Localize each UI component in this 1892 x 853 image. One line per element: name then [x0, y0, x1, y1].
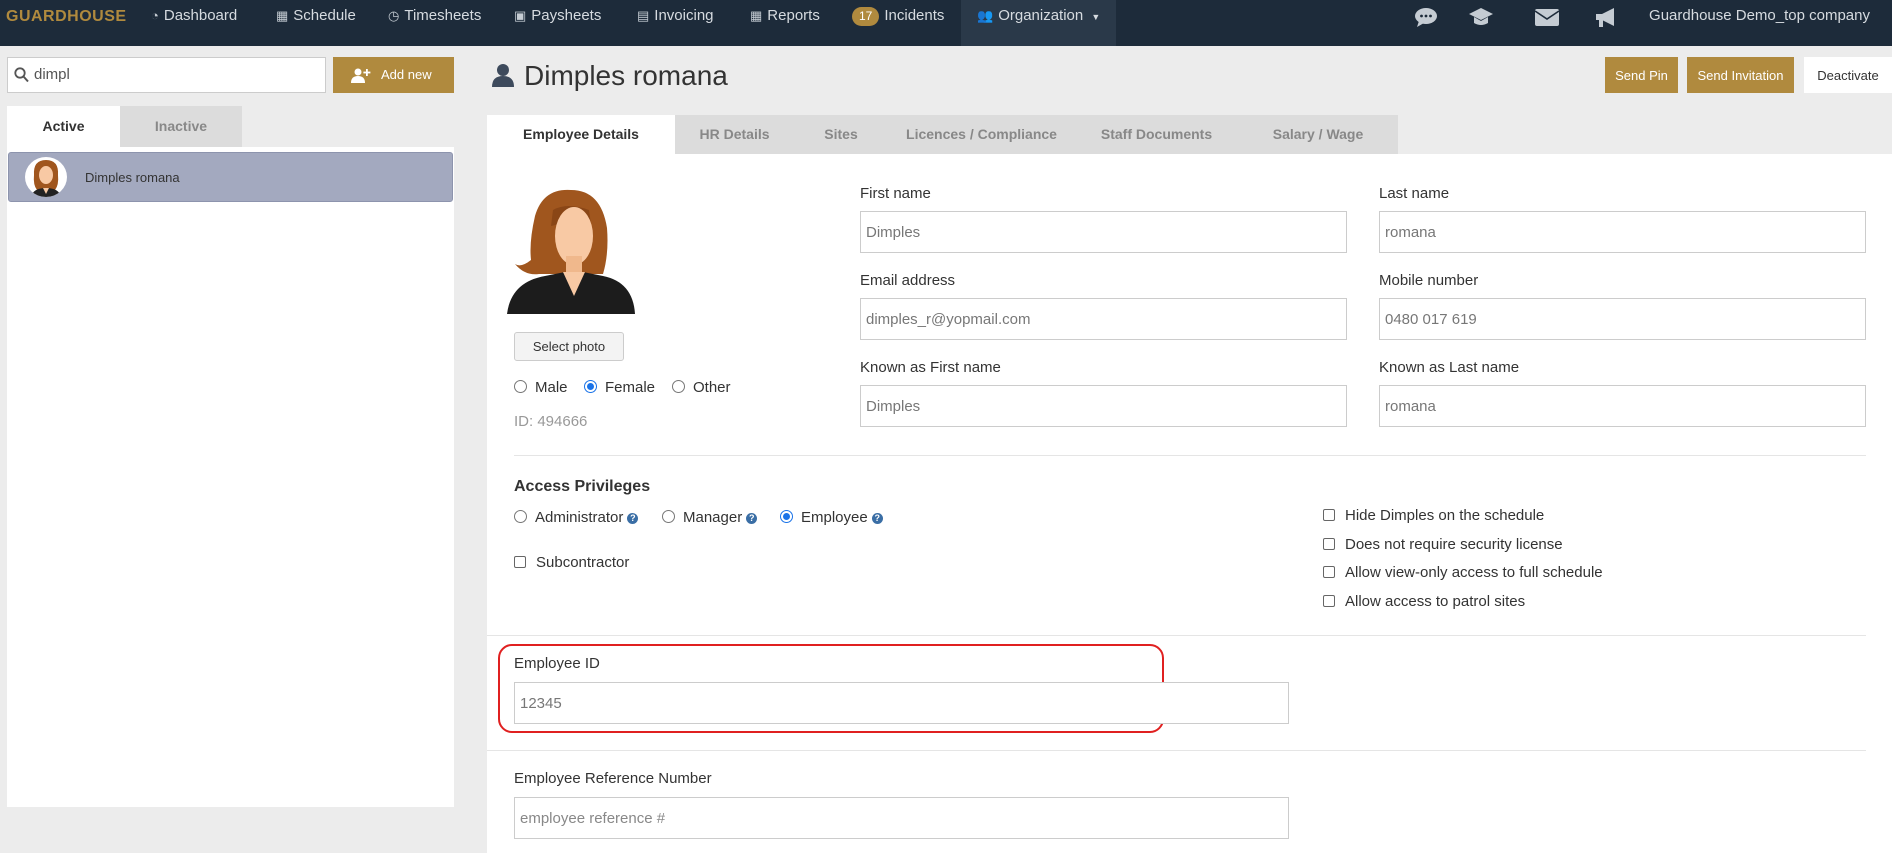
profile-photo	[507, 189, 635, 314]
mail-icon[interactable]	[1534, 5, 1560, 29]
radio-circle	[514, 510, 527, 523]
checkbox-box	[1323, 538, 1335, 550]
employee-name: Dimples romana	[85, 170, 180, 185]
clock-icon: ◷	[388, 8, 400, 23]
employee-list-area	[7, 147, 454, 807]
nav-paysheets[interactable]: ▣ Paysheets	[514, 0, 601, 34]
tab-inactive-employees[interactable]: Inactive	[120, 106, 242, 147]
tab-hr-details[interactable]: HR Details	[675, 115, 794, 154]
tab-staff-documents[interactable]: Staff Documents	[1075, 115, 1238, 154]
no-security-license-checkbox[interactable]: Does not require security license	[1323, 536, 1563, 553]
gender-female-radio[interactable]: Female	[584, 379, 655, 396]
checkbox-box	[1323, 595, 1335, 607]
tab-active-employees[interactable]: Active	[7, 106, 120, 147]
select-photo-button[interactable]: Select photo	[514, 332, 624, 361]
employee-id-field[interactable]	[514, 682, 1289, 724]
tab-sites[interactable]: Sites	[794, 115, 888, 154]
brand-logo[interactable]: GUARDHOUSE	[6, 8, 127, 26]
reference-number-field[interactable]	[514, 797, 1289, 839]
help-icon[interactable]: ?	[627, 513, 639, 524]
table-icon: ▦	[750, 8, 763, 23]
checkbox-box	[1323, 509, 1335, 521]
hide-on-schedule-checkbox[interactable]: Hide Dimples on the schedule	[1323, 507, 1544, 524]
first-name-field[interactable]	[860, 211, 1347, 253]
page-title: Dimples romana	[492, 60, 728, 92]
user-icon	[492, 64, 514, 87]
caret-down-icon: ▼	[1091, 12, 1101, 22]
radio-circle-selected	[584, 380, 597, 393]
reference-number-label: Employee Reference Number	[514, 770, 712, 787]
radio-circle	[672, 380, 685, 393]
employee-system-id: ID: 494666	[514, 413, 588, 430]
checkbox-box	[514, 556, 526, 568]
view-only-schedule-checkbox[interactable]: Allow view-only access to full schedule	[1323, 564, 1603, 581]
tab-employee-details[interactable]: Employee Details	[487, 115, 675, 154]
divider	[487, 750, 1866, 751]
tab-salary-wage[interactable]: Salary / Wage	[1238, 115, 1398, 154]
top-navbar: GUARDHOUSE ◔ Dashboard ▦ Schedule ◷ Timeshe…	[0, 0, 1892, 46]
email-field[interactable]	[860, 298, 1347, 340]
send-invitation-button[interactable]: Send Invitation	[1687, 57, 1794, 93]
nav-schedule[interactable]: ▦ Schedule	[276, 0, 356, 34]
add-new-employee-button[interactable]: Add new	[333, 57, 454, 93]
first-name-label: First name	[860, 185, 931, 202]
employee-id-label: Employee ID	[514, 655, 600, 672]
checkbox-box	[1323, 566, 1335, 578]
role-administrator-radio[interactable]: Administrator?	[514, 509, 639, 526]
help-icon[interactable]: ?	[746, 513, 758, 524]
radio-circle	[662, 510, 675, 523]
mobile-field[interactable]	[1379, 298, 1866, 340]
role-employee-radio[interactable]: Employee?	[780, 509, 883, 526]
chat-icon[interactable]	[1413, 5, 1439, 29]
employee-search[interactable]	[7, 57, 326, 93]
nav-invoicing[interactable]: ▤ Invoicing	[637, 0, 714, 34]
add-user-icon	[351, 68, 371, 84]
employee-tabs: Employee Details HR Details Sites Licenc…	[487, 115, 1487, 154]
known-last-name-field[interactable]	[1379, 385, 1866, 427]
known-first-name-label: Known as First name	[860, 359, 1001, 376]
nav-timesheets[interactable]: ◷ Timesheets	[388, 0, 481, 34]
email-label: Email address	[860, 272, 956, 289]
known-last-name-label: Known as Last name	[1379, 359, 1520, 376]
search-icon	[14, 67, 29, 83]
incidents-count-badge: 17	[852, 7, 880, 26]
employee-list-item[interactable]: Dimples romana	[8, 152, 453, 202]
company-menu[interactable]: Guardhouse Demo_top company	[1649, 0, 1870, 32]
patrol-sites-access-checkbox[interactable]: Allow access to patrol sites	[1323, 593, 1525, 610]
nav-incidents[interactable]: 17 Incidents	[852, 0, 944, 34]
radio-circle	[514, 380, 527, 393]
role-manager-radio[interactable]: Manager?	[662, 509, 758, 526]
mobile-label: Mobile number	[1379, 272, 1479, 289]
graduation-cap-icon[interactable]	[1468, 5, 1494, 29]
dashboard-icon: ◔	[151, 8, 159, 23]
send-pin-button[interactable]: Send Pin	[1605, 57, 1678, 93]
gender-other-radio[interactable]: Other	[672, 379, 731, 396]
users-icon: 👥	[977, 8, 994, 23]
divider	[514, 455, 1866, 456]
nav-dashboard[interactable]: ◔ Dashboard	[151, 0, 237, 34]
employee-details-panel: Select photo Male Female Other ID: 49466…	[487, 154, 1892, 853]
tab-licences-compliance[interactable]: Licences / Compliance	[888, 115, 1075, 154]
known-first-name-field[interactable]	[860, 385, 1347, 427]
help-icon[interactable]: ?	[871, 513, 883, 524]
megaphone-icon[interactable]	[1593, 5, 1619, 29]
avatar	[25, 157, 67, 197]
calendar-icon: ▦	[276, 8, 289, 23]
last-name-label: Last name	[1379, 185, 1450, 202]
radio-circle-selected	[780, 510, 793, 523]
divider	[487, 635, 1866, 636]
invoice-icon: ▤	[637, 8, 650, 23]
search-input[interactable]	[34, 66, 314, 83]
nav-organization[interactable]: 👥 Organization ▼	[961, 0, 1117, 46]
nav-reports[interactable]: ▦ Reports	[750, 0, 820, 34]
money-icon: ▣	[514, 8, 527, 23]
deactivate-button[interactable]: Deactivate	[1804, 57, 1892, 93]
subcontractor-checkbox[interactable]: Subcontractor	[514, 554, 629, 571]
access-privileges-heading: Access Privileges	[514, 478, 651, 495]
gender-male-radio[interactable]: Male	[514, 379, 568, 396]
last-name-field[interactable]	[1379, 211, 1866, 253]
